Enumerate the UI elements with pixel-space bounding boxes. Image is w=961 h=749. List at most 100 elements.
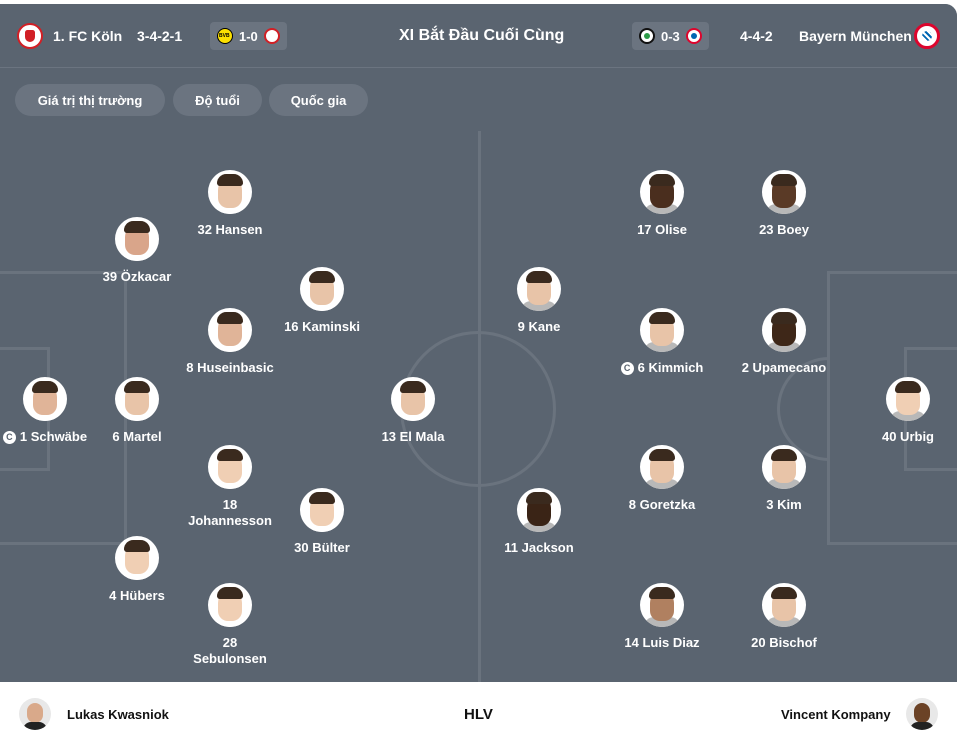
player-avatar[interactable] [208, 308, 252, 352]
tab-market-value[interactable]: Giá trị thị trường [15, 84, 165, 116]
player-label: 28 Sebulonsen [193, 635, 267, 666]
player-label: 13 El Mala [381, 429, 445, 444]
player-avatar[interactable] [115, 536, 159, 580]
player-label: 8 Huseinbasic [186, 360, 274, 375]
player-label: 11 Jackson [504, 540, 574, 555]
home-team-name[interactable]: 1. FC Köln [53, 28, 122, 44]
tab-age[interactable]: Độ tuổi [173, 84, 262, 116]
player-name[interactable]: 2 Upamecano [724, 360, 844, 376]
player-avatar[interactable] [762, 445, 806, 489]
player-avatar[interactable] [208, 445, 252, 489]
player-card[interactable]: 9 Kane [479, 267, 599, 335]
lineup-card: 1. FC Köln 3-4-2-1 1-0 XI Bắt Đầu Cuối C… [0, 4, 957, 749]
player-card[interactable]: 14 Luis Diaz [602, 583, 722, 651]
player-avatar[interactable] [208, 583, 252, 627]
home-last-match-pill[interactable]: 1-0 [210, 22, 287, 50]
player-label: 9 Kane [517, 319, 561, 334]
player-avatar[interactable] [517, 488, 561, 532]
player-name[interactable]: 30 Bülter [262, 540, 382, 556]
away-last-result: 0-3 [661, 28, 680, 44]
player-name[interactable]: 6 Martel [77, 429, 197, 445]
player-card[interactable]: 20 Bischof [724, 583, 844, 651]
player-name[interactable]: 17 Olise [602, 222, 722, 238]
player-avatar[interactable] [762, 308, 806, 352]
player-avatar[interactable] [300, 488, 344, 532]
player-avatar[interactable] [300, 267, 344, 311]
player-label: 8 Goretzka [628, 497, 696, 512]
player-avatar[interactable] [762, 170, 806, 214]
bayern-mini-crest-icon [685, 28, 702, 44]
gladbach-crest-icon [639, 28, 655, 44]
player-name[interactable]: 20 Bischof [724, 635, 844, 651]
player-avatar[interactable] [640, 583, 684, 627]
home-last-result: 1-0 [239, 28, 258, 44]
home-coach-name[interactable]: Lukas Kwasniok [67, 707, 169, 722]
away-last-match-pill[interactable]: 0-3 [632, 22, 709, 50]
player-card[interactable]: C6 Kimmich [602, 308, 722, 376]
player-name[interactable]: 39 Özkacar [77, 269, 197, 285]
player-card[interactable]: 28 Sebulonsen [170, 583, 290, 667]
bayern-crest-icon[interactable] [914, 23, 940, 49]
player-card[interactable]: 6 Martel [77, 377, 197, 445]
player-label: 39 Özkacar [102, 269, 172, 284]
player-card[interactable]: 11 Jackson [479, 488, 599, 556]
player-name[interactable]: 28 Sebulonsen [185, 635, 275, 667]
player-name[interactable]: 8 Goretzka [602, 497, 722, 513]
player-name[interactable]: 3 Kim [724, 497, 844, 513]
player-card[interactable]: 8 Goretzka [602, 445, 722, 513]
player-card[interactable]: 8 Huseinbasic [170, 308, 290, 376]
player-card[interactable]: 40 Urbig [848, 377, 957, 445]
player-name[interactable]: 8 Huseinbasic [170, 360, 290, 376]
player-avatar[interactable] [115, 377, 159, 421]
player-name[interactable]: 23 Boey [724, 222, 844, 238]
player-card[interactable]: 17 Olise [602, 170, 722, 238]
player-label: 14 Luis Diaz [624, 635, 700, 650]
player-label: 17 Olise [637, 222, 687, 237]
player-label: 16 Kaminski [284, 319, 360, 334]
fc-koln-mini-crest-icon [263, 28, 280, 44]
player-label: 2 Upamecano [741, 360, 827, 375]
player-label: 6 Martel [112, 429, 162, 444]
away-coach-name[interactable]: Vincent Kompany [781, 707, 891, 722]
player-avatar[interactable] [640, 308, 684, 352]
player-avatar[interactable] [640, 445, 684, 489]
player-avatar[interactable] [517, 267, 561, 311]
player-label: 6 Kimmich [637, 360, 704, 375]
player-name[interactable]: 40 Urbig [848, 429, 957, 445]
player-card[interactable]: 13 El Mala [353, 377, 473, 445]
coaches-footer: Lukas Kwasniok HLV Vincent Kompany [0, 682, 957, 749]
player-name[interactable]: 14 Luis Diaz [602, 635, 722, 651]
dortmund-crest-icon [217, 28, 233, 44]
player-label: 18 Johannesson [188, 497, 272, 528]
player-avatar[interactable] [640, 170, 684, 214]
captain-icon: C [2, 431, 16, 444]
player-card[interactable]: 2 Upamecano [724, 308, 844, 376]
player-card[interactable]: 23 Boey [724, 170, 844, 238]
player-avatar[interactable] [115, 217, 159, 261]
player-label: 20 Bischof [751, 635, 817, 650]
player-name[interactable]: 13 El Mala [353, 429, 473, 445]
player-card[interactable]: 3 Kim [724, 445, 844, 513]
player-name[interactable]: 9 Kane [479, 319, 599, 335]
fc-koln-crest-icon[interactable] [17, 23, 43, 49]
player-card[interactable]: 30 Bülter [262, 488, 382, 556]
player-avatar[interactable] [208, 170, 252, 214]
away-team-name[interactable]: Bayern München [799, 28, 912, 44]
lineup-filter-tabs: Giá trị thị trường Độ tuổi Quốc gia [0, 68, 957, 131]
player-label: 4 Hübers [109, 588, 165, 603]
player-avatar[interactable] [23, 377, 67, 421]
player-name[interactable]: C6 Kimmich [602, 360, 722, 376]
home-formation: 3-4-2-1 [137, 28, 183, 44]
captain-icon: C [620, 362, 634, 375]
player-label: 3 Kim [766, 497, 802, 512]
player-avatar[interactable] [886, 377, 930, 421]
home-coach-avatar[interactable] [19, 698, 51, 730]
player-name[interactable]: 11 Jackson [479, 540, 599, 556]
player-label: 32 Hansen [197, 222, 263, 237]
player-avatar[interactable] [762, 583, 806, 627]
lineup-header: 1. FC Köln 3-4-2-1 1-0 XI Bắt Đầu Cuối C… [0, 4, 957, 68]
tab-nationality[interactable]: Quốc gia [269, 84, 368, 116]
away-coach-avatar[interactable] [906, 698, 938, 730]
player-avatar[interactable] [391, 377, 435, 421]
player-card[interactable]: 39 Özkacar [77, 217, 197, 285]
